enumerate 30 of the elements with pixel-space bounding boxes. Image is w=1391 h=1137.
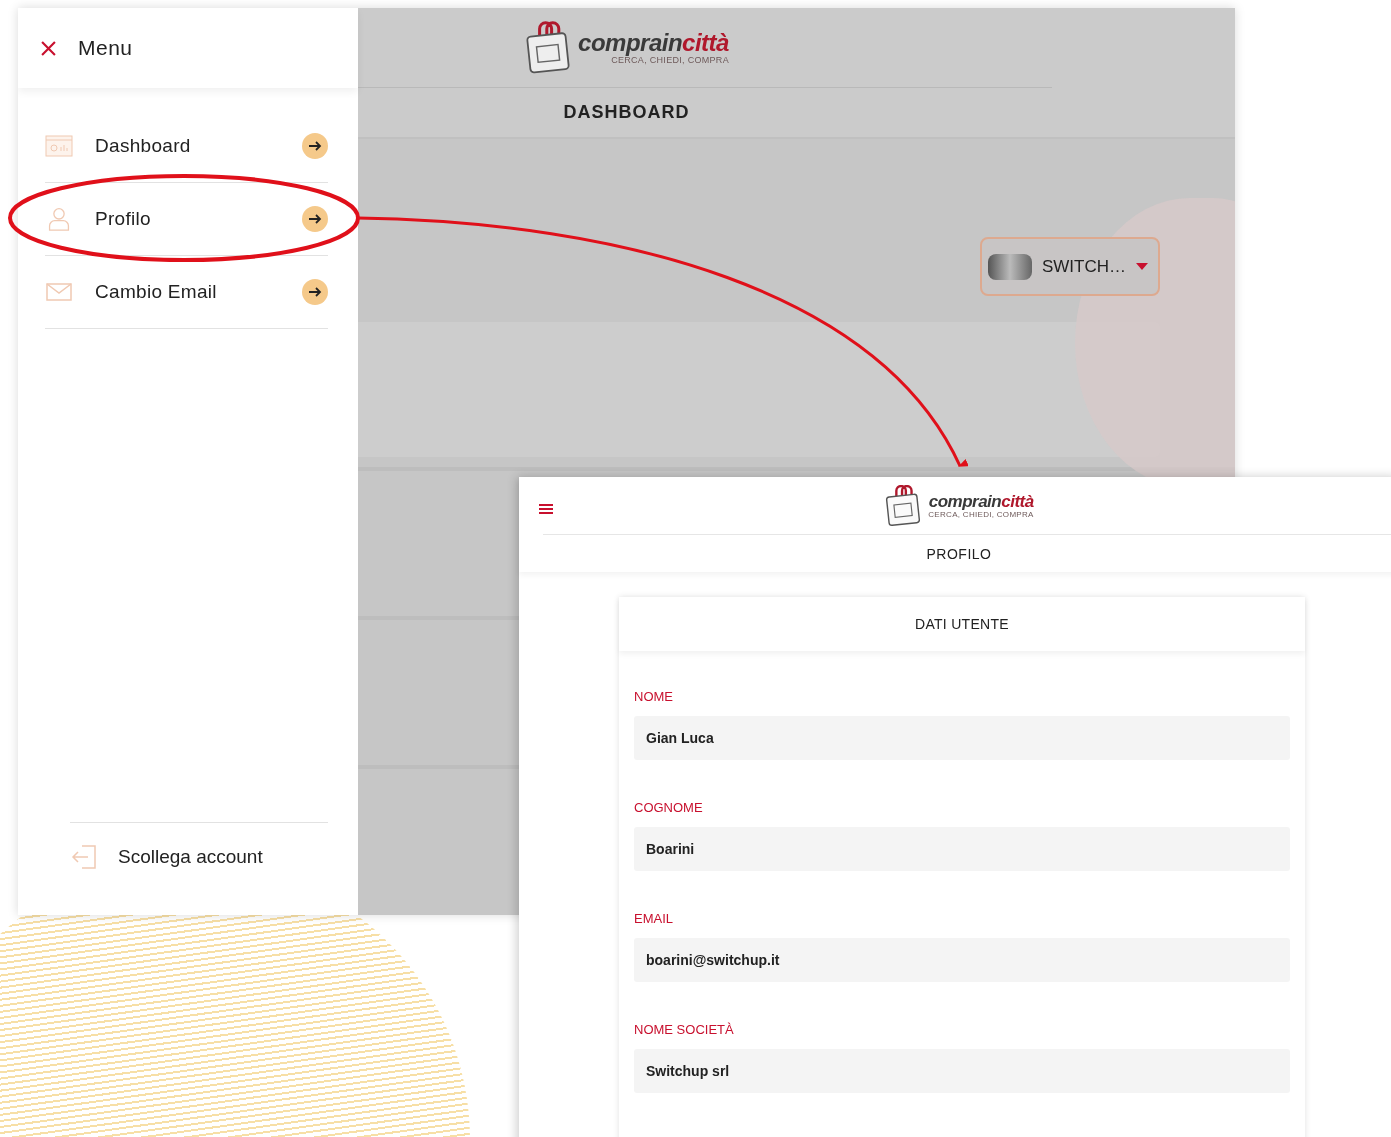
input-field[interactable]: boarini@switchup.it <box>634 938 1290 982</box>
account-switcher-dropdown[interactable]: SWITCH… <box>980 237 1160 296</box>
chart-window-icon <box>45 134 73 158</box>
menu-item[interactable]: Cambio Email <box>45 256 328 329</box>
page-title: DASHBOARD <box>563 102 690 123</box>
brand-logo-text: compraincittà <box>578 30 729 55</box>
envelope-icon <box>45 280 73 304</box>
menu-item[interactable]: Dashboard <box>45 110 328 183</box>
close-icon[interactable] <box>41 40 56 56</box>
arrow-right-icon <box>302 133 328 159</box>
field-label: EMAIL <box>634 911 674 928</box>
page-title: PROFILO <box>926 546 992 562</box>
photo-placeholder <box>988 253 1032 280</box>
card-title: DATI UTENTE <box>619 597 1305 651</box>
field-label: COGNOME <box>634 800 704 817</box>
arrow-right-icon <box>302 206 328 232</box>
field-label: NOME SOCIETÀ <box>634 1022 735 1039</box>
menu-icon[interactable] <box>539 503 553 515</box>
brand-logo-text: compraincittà <box>928 492 1034 510</box>
logout-link[interactable]: Scollega account <box>70 822 328 871</box>
logout-icon <box>70 843 98 871</box>
caret-icon <box>1136 262 1148 271</box>
arrow-right-icon <box>302 279 328 305</box>
input-field[interactable]: Gian Luca <box>634 716 1290 760</box>
field-label: NOME <box>634 689 674 706</box>
menu-title: Menu <box>78 36 133 60</box>
input-field[interactable]: Switchup srl <box>634 1049 1290 1093</box>
logo-tagline: CERCA, CHIEDI, COMPRA <box>928 509 1034 519</box>
input-field[interactable]: Boarini <box>634 827 1290 871</box>
shopping-bag-icon <box>884 484 923 527</box>
